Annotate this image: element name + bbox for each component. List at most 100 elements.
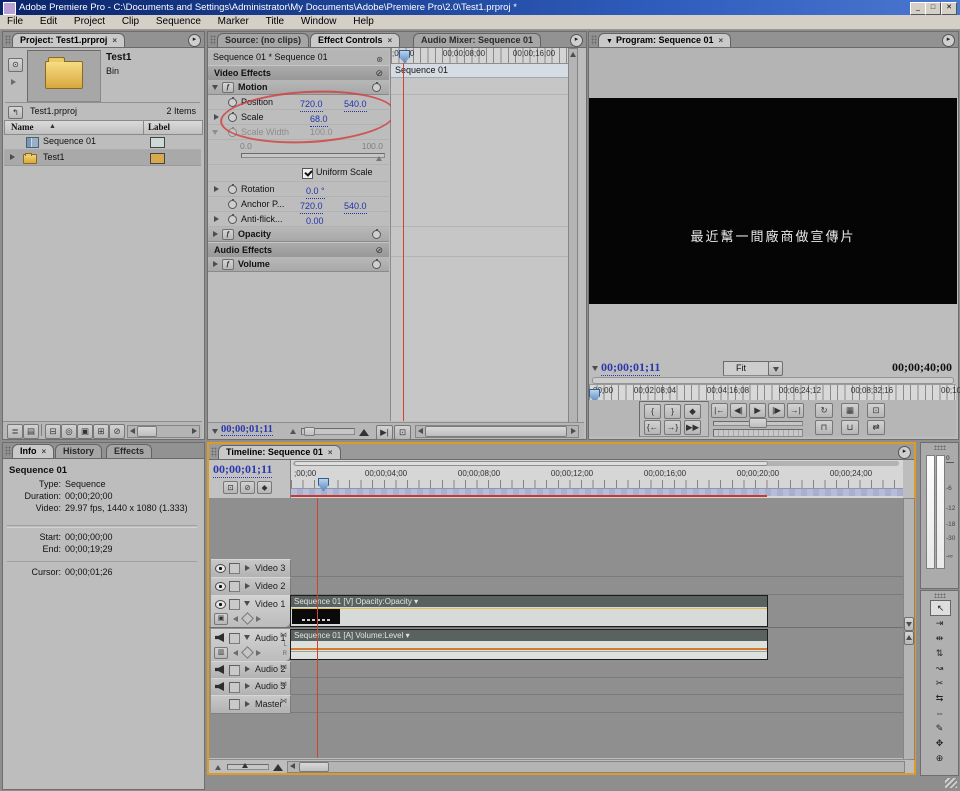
menu-help[interactable]: Help <box>346 15 381 29</box>
set-marker-button[interactable]: ◆ <box>257 481 272 494</box>
effect-enabled-icon[interactable]: ƒ <box>222 259 234 270</box>
track-lock-toggle[interactable] <box>229 633 240 644</box>
set-out-point-button[interactable]: } <box>664 404 681 419</box>
go-to-end-button[interactable]: →| <box>787 403 804 418</box>
panel-menu-icon[interactable]: ▸ <box>188 34 201 47</box>
play-button[interactable]: ▶ <box>749 403 766 418</box>
go-to-next-keyframe-icon[interactable] <box>256 616 261 622</box>
toggle-track-output-icon[interactable] <box>215 600 226 609</box>
panel-menu-icon[interactable]: ▸ <box>898 446 911 459</box>
go-to-next-keyframe-icon[interactable] <box>256 650 261 656</box>
timeline-ruler[interactable]: ;00;00 00;00;04;00 00;00;08;00 00;00;12;… <box>291 460 903 499</box>
panel-grip[interactable] <box>5 446 11 456</box>
minimize-button[interactable]: _ <box>910 2 926 15</box>
toggle-animation-icon[interactable] <box>372 260 381 269</box>
antiflicker-stopwatch-icon[interactable] <box>228 215 237 224</box>
menu-sequence[interactable]: Sequence <box>149 15 208 29</box>
panel-grip[interactable] <box>934 445 946 450</box>
scroll-left-icon[interactable] <box>418 428 423 434</box>
tool-razor[interactable]: ✂ <box>930 676 949 690</box>
column-label[interactable]: Label <box>148 122 170 132</box>
jog-disk[interactable] <box>713 429 803 437</box>
loop-button[interactable]: ↻ <box>815 403 833 418</box>
expand-rotation-icon[interactable] <box>214 186 219 192</box>
set-marker-button[interactable]: ◆ <box>684 404 701 419</box>
track-lock-toggle[interactable] <box>229 599 240 610</box>
menu-title[interactable]: Title <box>259 15 292 29</box>
program-dropdown-icon[interactable]: ▼ <box>606 38 613 45</box>
tab-source[interactable]: Source: (no clips) <box>217 33 309 47</box>
tab-history[interactable]: History <box>55 444 102 458</box>
go-to-prev-keyframe-icon[interactable] <box>233 650 238 656</box>
vertical-scrollbar[interactable] <box>568 48 578 423</box>
scroll-up-icon[interactable] <box>570 52 576 57</box>
menu-file[interactable]: File <box>0 15 30 29</box>
panel-grip[interactable] <box>210 35 216 45</box>
scrollbar-thumb[interactable] <box>299 762 329 772</box>
scale-slider-track[interactable] <box>241 153 385 158</box>
effect-opacity-row[interactable]: ƒ Opacity <box>208 227 389 242</box>
window-resize-grip[interactable] <box>945 778 957 788</box>
zoom-slider-handle[interactable] <box>304 427 315 436</box>
toggle-animation-icon[interactable] <box>372 83 381 92</box>
effect-enabled-icon[interactable]: ƒ <box>222 229 234 240</box>
close-tab-icon[interactable]: × <box>388 36 393 45</box>
menu-edit[interactable]: Edit <box>33 15 64 29</box>
anchor-stopwatch-icon[interactable] <box>228 200 237 209</box>
expand-track-icon[interactable] <box>245 701 250 707</box>
effect-enabled-icon[interactable]: ƒ <box>222 82 234 93</box>
clear-button[interactable]: ⊘ <box>109 424 125 439</box>
scroll-right-icon[interactable] <box>571 428 576 434</box>
play-effect-button[interactable]: ▶| <box>376 425 393 440</box>
volume-keyframe-line[interactable] <box>291 648 767 650</box>
effect-volume-row[interactable]: ƒ Volume <box>208 257 389 272</box>
timeline-vertical-scrollbar[interactable] <box>903 498 915 760</box>
project-row-sequence[interactable]: Sequence 01 <box>4 134 201 150</box>
safe-margins-button[interactable]: ▦ <box>841 403 859 418</box>
tool-zoom[interactable]: ⊕ <box>930 751 949 765</box>
expand-track-icon[interactable] <box>245 583 250 589</box>
add-keyframe-button[interactable] <box>241 612 254 625</box>
new-bin-button[interactable]: ▣ <box>77 424 93 439</box>
track-lock-toggle[interactable] <box>229 699 240 710</box>
output-assignment-icon[interactable]: ⋈ <box>280 697 287 705</box>
program-current-timecode[interactable]: 00;00;01;11 <box>601 360 660 376</box>
video-clip[interactable]: Sequence 01 [V] Opacity:Opacity ▾ <box>290 595 768 627</box>
set-display-style-button[interactable]: ▣ <box>214 613 228 625</box>
effect-timeline-ruler[interactable]: ;00;00 00;00;08;00 00;00;16;00 <box>391 48 578 64</box>
effect-motion-row[interactable]: ƒ Motion <box>208 80 389 95</box>
timecode-dropdown-icon[interactable] <box>592 366 598 371</box>
icon-view-button[interactable]: ▤ <box>23 424 39 439</box>
timeline-zoom-slider[interactable] <box>227 764 269 770</box>
menu-window[interactable]: Window <box>294 15 344 29</box>
scrollbar-thumb[interactable] <box>425 426 567 437</box>
sort-ascending-icon[interactable]: ▲ <box>49 123 56 130</box>
poster-frame-icon[interactable]: ⊙ <box>8 58 23 72</box>
track-lock-toggle[interactable] <box>229 682 240 693</box>
tool-rolling-edit[interactable]: ⇅ <box>930 646 949 660</box>
zoom-out-icon[interactable] <box>290 429 296 434</box>
uniform-scale-checkbox[interactable] <box>302 168 313 179</box>
scroll-right-icon[interactable] <box>192 428 197 434</box>
toggle-animation-icon[interactable] <box>372 230 381 239</box>
zoom-level-select[interactable]: Fit <box>723 361 769 376</box>
viewing-area-bar[interactable] <box>294 461 768 466</box>
lift-button[interactable]: ⊓ <box>815 420 833 435</box>
close-tab-icon[interactable]: × <box>718 36 723 45</box>
close-tab-icon[interactable]: × <box>42 447 47 456</box>
shuttle-handle[interactable] <box>749 418 767 428</box>
close-button[interactable]: ✕ <box>941 2 957 15</box>
scrollbar-thumb[interactable] <box>137 426 157 437</box>
go-to-out-button[interactable]: →} <box>664 420 681 435</box>
menu-marker[interactable]: Marker <box>211 15 256 29</box>
zoom-in-icon[interactable] <box>273 764 283 771</box>
opacity-keyframe-line[interactable] <box>291 608 767 609</box>
tab-program[interactable]: ▼Program: Sequence 01× <box>598 33 731 47</box>
collapse-scale-width-icon[interactable] <box>212 130 218 135</box>
audio-clip[interactable]: Sequence 01 [A] Volume:Level ▾ <box>290 629 768 660</box>
loop-button[interactable]: ⊡ <box>394 425 411 440</box>
play-in-to-out-button[interactable]: ▶▶ <box>684 420 701 435</box>
go-to-in-button[interactable]: {← <box>644 420 661 435</box>
panel-grip[interactable] <box>591 35 597 45</box>
list-view-button[interactable]: ≣ <box>7 424 23 439</box>
